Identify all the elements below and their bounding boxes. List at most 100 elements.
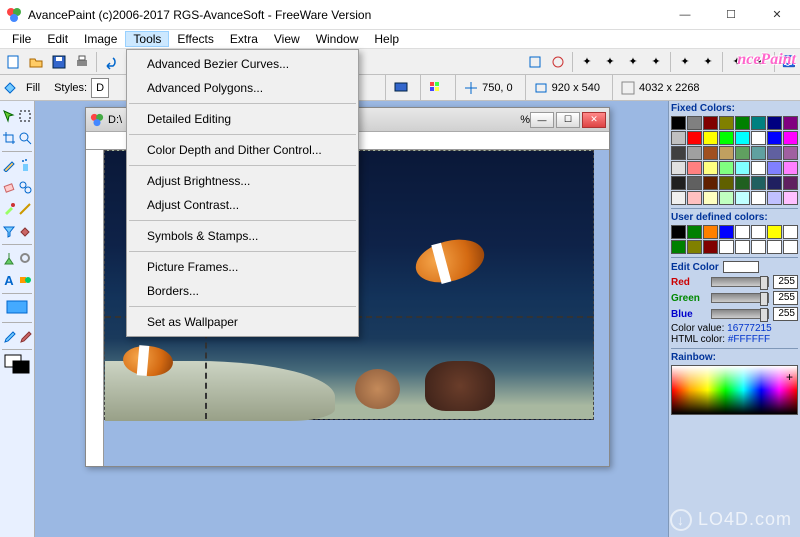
gear-tool[interactable]: [17, 247, 33, 269]
maximize-button[interactable]: ☐: [708, 0, 754, 30]
user-color-swatch[interactable]: [735, 240, 750, 254]
color-swatch[interactable]: [687, 146, 702, 160]
edit-color-swatch[interactable]: [723, 261, 759, 273]
color-swatch[interactable]: [687, 161, 702, 175]
doc-minimize-button[interactable]: —: [530, 112, 554, 128]
blue-value[interactable]: 255: [773, 307, 798, 321]
color-swatch[interactable]: [735, 161, 750, 175]
color-swatch[interactable]: [719, 131, 734, 145]
color-swatch[interactable]: [687, 116, 702, 130]
tool-a-icon[interactable]: [524, 51, 546, 73]
user-color-swatch[interactable]: [767, 240, 782, 254]
color-swatch[interactable]: [671, 146, 686, 160]
color-swatch[interactable]: [767, 176, 782, 190]
menu-help[interactable]: Help: [366, 31, 407, 47]
color-swatch[interactable]: [719, 191, 734, 205]
menu-window[interactable]: Window: [308, 31, 367, 47]
color-swatch[interactable]: [735, 146, 750, 160]
menu-item[interactable]: Picture Frames...: [127, 255, 358, 279]
color-swatch[interactable]: [767, 116, 782, 130]
tool-b-icon[interactable]: [547, 51, 569, 73]
shape-tool[interactable]: [17, 269, 33, 291]
print-icon[interactable]: [71, 51, 93, 73]
user-color-swatch[interactable]: [783, 240, 798, 254]
doc-close-button[interactable]: ✕: [582, 112, 606, 128]
user-color-swatch[interactable]: [719, 240, 734, 254]
tool-e-icon[interactable]: ✦: [622, 51, 644, 73]
fill-tool[interactable]: [17, 220, 33, 242]
menu-edit[interactable]: Edit: [39, 31, 76, 47]
color-swatch[interactable]: [767, 161, 782, 175]
doc-maximize-button[interactable]: ☐: [556, 112, 580, 128]
ruler-vertical[interactable]: [86, 150, 104, 466]
color-swatch[interactable]: [671, 116, 686, 130]
color-swatch[interactable]: [751, 191, 766, 205]
color-swatch[interactable]: [703, 176, 718, 190]
color-swatch[interactable]: [703, 131, 718, 145]
zoom-tool[interactable]: [17, 127, 33, 149]
color-swatch[interactable]: [719, 161, 734, 175]
color-swatch[interactable]: [783, 116, 798, 130]
color-swatch[interactable]: [783, 131, 798, 145]
brush-tool[interactable]: [1, 198, 17, 220]
color-swatch[interactable]: [735, 191, 750, 205]
menu-item[interactable]: Set as Wallpaper: [127, 310, 358, 334]
tool-h-icon[interactable]: ✦: [697, 51, 719, 73]
user-color-swatch[interactable]: [783, 225, 798, 239]
red-slider[interactable]: [711, 277, 769, 287]
color-swatch[interactable]: [783, 161, 798, 175]
user-color-swatch[interactable]: [719, 225, 734, 239]
user-color-swatch[interactable]: [767, 225, 782, 239]
green-slider[interactable]: [711, 293, 769, 303]
color-swatch[interactable]: [703, 116, 718, 130]
fg-bg-color[interactable]: [1, 352, 33, 376]
styles-dropdown[interactable]: D: [91, 78, 109, 98]
screen-preview[interactable]: [1, 296, 33, 320]
color-swatch[interactable]: [767, 191, 782, 205]
color-swatch[interactable]: [751, 176, 766, 190]
text-tool[interactable]: A: [1, 269, 17, 291]
menu-item[interactable]: Symbols & Stamps...: [127, 224, 358, 248]
undo-icon[interactable]: [100, 51, 122, 73]
line-tool[interactable]: [17, 198, 33, 220]
color-swatch[interactable]: [751, 131, 766, 145]
menu-extra[interactable]: Extra: [222, 31, 266, 47]
eyedropper-2-tool[interactable]: [17, 325, 33, 347]
green-value[interactable]: 255: [773, 291, 798, 305]
filter-tool[interactable]: [1, 220, 17, 242]
color-swatch[interactable]: [735, 176, 750, 190]
user-color-swatch[interactable]: [735, 225, 750, 239]
close-button[interactable]: ✕: [754, 0, 800, 30]
red-value[interactable]: 255: [773, 275, 798, 289]
user-color-swatch[interactable]: [687, 225, 702, 239]
color-swatch[interactable]: [687, 176, 702, 190]
user-color-swatch[interactable]: [671, 225, 686, 239]
user-color-swatch[interactable]: [703, 225, 718, 239]
menu-item[interactable]: Advanced Polygons...: [127, 76, 358, 100]
color-swatch[interactable]: [687, 191, 702, 205]
color-swatch[interactable]: [719, 116, 734, 130]
blue-slider[interactable]: [711, 309, 769, 319]
color-swatch[interactable]: [671, 161, 686, 175]
color-swatch[interactable]: [735, 116, 750, 130]
eyedropper-1-tool[interactable]: [1, 325, 17, 347]
clone-tool[interactable]: [17, 176, 33, 198]
color-swatch[interactable]: [703, 191, 718, 205]
color-swatch[interactable]: [703, 146, 718, 160]
sweep-tool[interactable]: [1, 247, 17, 269]
menu-item[interactable]: Color Depth and Dither Control...: [127, 138, 358, 162]
color-swatch[interactable]: [703, 161, 718, 175]
menu-view[interactable]: View: [266, 31, 308, 47]
color-swatch[interactable]: [783, 191, 798, 205]
color-swatch[interactable]: [671, 131, 686, 145]
user-color-swatch[interactable]: [687, 240, 702, 254]
color-swatch[interactable]: [671, 191, 686, 205]
color-swatch[interactable]: [719, 176, 734, 190]
pointer-tool[interactable]: [1, 105, 17, 127]
minimize-button[interactable]: —: [662, 0, 708, 30]
menu-tools[interactable]: Tools: [125, 31, 169, 47]
menu-item[interactable]: Detailed Editing: [127, 107, 358, 131]
menu-image[interactable]: Image: [76, 31, 125, 47]
new-icon[interactable]: [2, 51, 24, 73]
tool-g-icon[interactable]: ✦: [674, 51, 696, 73]
